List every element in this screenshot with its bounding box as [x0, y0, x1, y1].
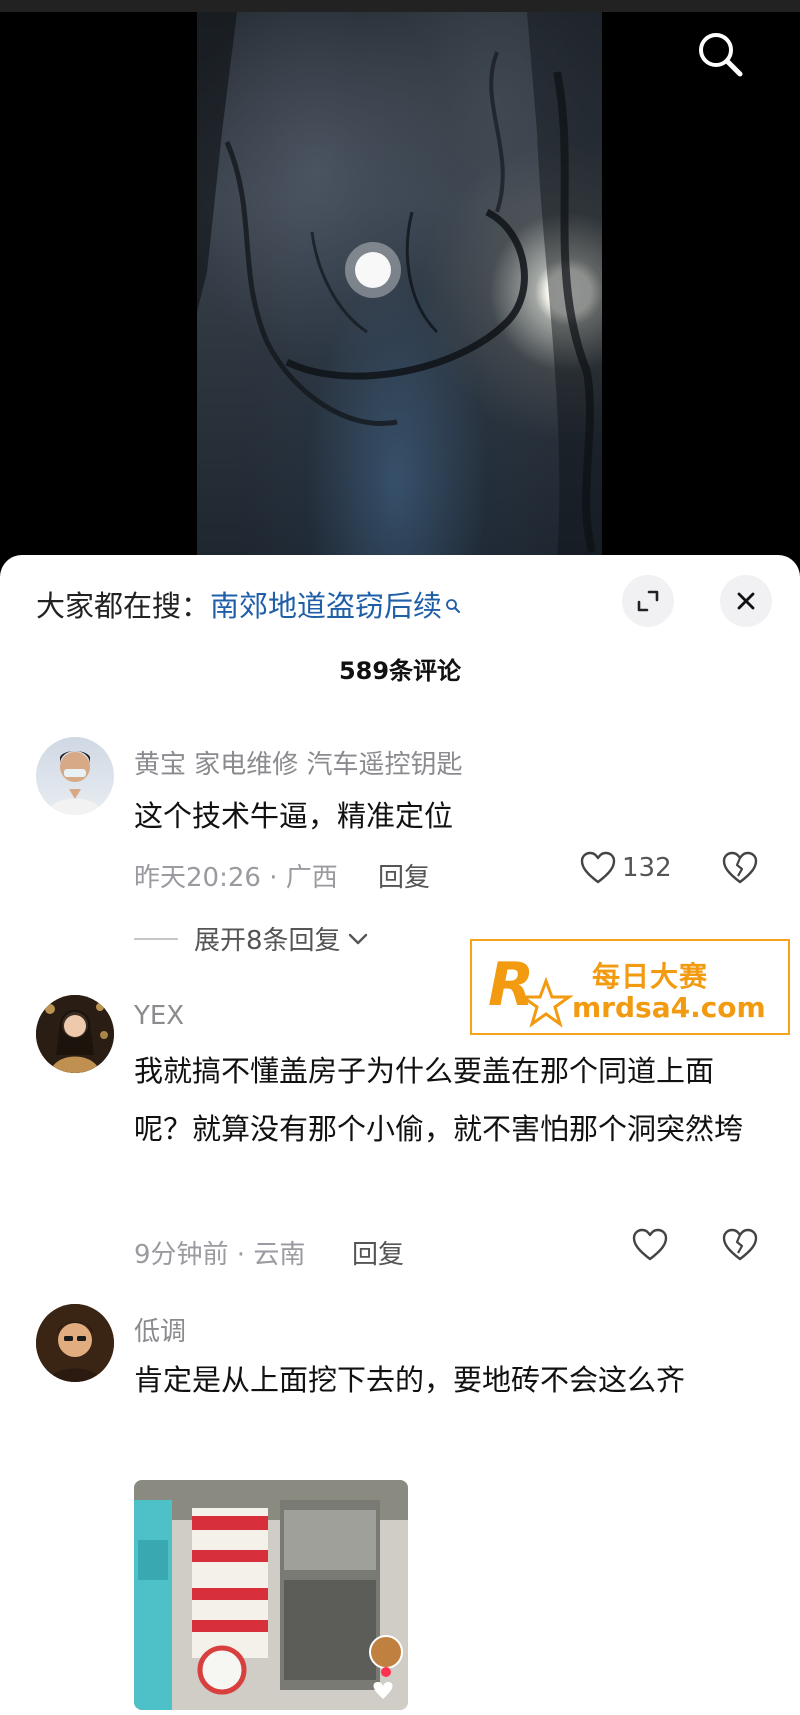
close-button[interactable] [720, 575, 772, 627]
comment-username[interactable]: YEX [134, 1001, 184, 1031]
reply-button[interactable]: 回复 [378, 857, 430, 894]
watermark-url: mrdsa4.com [572, 991, 766, 1024]
dislike-button[interactable] [722, 1228, 758, 1266]
dislike-button[interactable] [722, 851, 758, 889]
comment-attached-image[interactable] [134, 1480, 408, 1710]
broken-heart-icon [722, 1228, 758, 1261]
svg-text:R: R [488, 950, 534, 1020]
broken-heart-icon [722, 851, 758, 884]
status-strip [0, 0, 800, 12]
comment-meta: 9分钟前 · 云南 [134, 1240, 306, 1270]
search-icon [699, 33, 743, 77]
comment-username[interactable]: 黄宝 家电维修 汽车遥控钥匙 [134, 744, 463, 781]
like-count: 132 [622, 853, 672, 883]
like-button[interactable]: 132 [580, 851, 672, 885]
site-watermark: R 每日大赛 mrdsa4.com [470, 939, 790, 1035]
comment-username[interactable]: 低调 [134, 1311, 186, 1348]
heart-icon [580, 851, 616, 884]
expand-button[interactable] [622, 575, 674, 627]
comment-sheet: 大家都在搜：南郊地道盗窃后续 589条评论 黄宝 家电维修 汽车遥控钥匙 这个技… [0, 555, 800, 1715]
comment-text: 我就搞不懂盖房子为什么要盖在那个同道上面呢？就算没有那个小偷，就不害怕那个洞突然… [134, 1054, 744, 1146]
expand-replies-line [134, 937, 178, 940]
comment-count: 589条评论 [338, 657, 462, 685]
avatar[interactable] [36, 1304, 114, 1382]
comment-text: 这个技术牛逼，精准定位 [134, 799, 454, 833]
comment-sheet-header: 大家都在搜：南郊地道盗窃后续 [0, 555, 800, 645]
expand-replies-label: 展开8条回复 [194, 926, 341, 956]
comment-meta: 昨天20:26 · 广西 [134, 863, 338, 893]
watermark-logo: R [486, 949, 576, 1029]
trending-search-term[interactable]: 南郊地道盗窃后续 [210, 589, 442, 623]
avatar[interactable] [36, 995, 114, 1073]
small-search-icon [445, 587, 461, 621]
trending-search-prefix: 大家都在搜： [36, 589, 211, 623]
video-frame[interactable] [197, 12, 602, 560]
cave-scene-graphic [197, 12, 602, 560]
expand-icon [637, 590, 659, 612]
close-icon [737, 592, 755, 610]
watermark-name: 每日大赛 [592, 960, 709, 993]
reply-button[interactable]: 回复 [352, 1234, 404, 1271]
video-player[interactable] [0, 0, 800, 560]
avatar[interactable] [36, 737, 114, 815]
trending-search-hint[interactable]: 大家都在搜：南郊地道盗窃后续 [36, 583, 461, 625]
chevron-down-icon [348, 933, 367, 944]
comment-text: 肯定是从上面挖下去的，要地砖不会这么齐 [134, 1363, 686, 1397]
like-button[interactable] [632, 1228, 668, 1262]
heart-icon [632, 1228, 668, 1261]
expand-replies-button[interactable]: 展开8条回复 [134, 920, 369, 957]
search-button[interactable] [692, 26, 748, 82]
